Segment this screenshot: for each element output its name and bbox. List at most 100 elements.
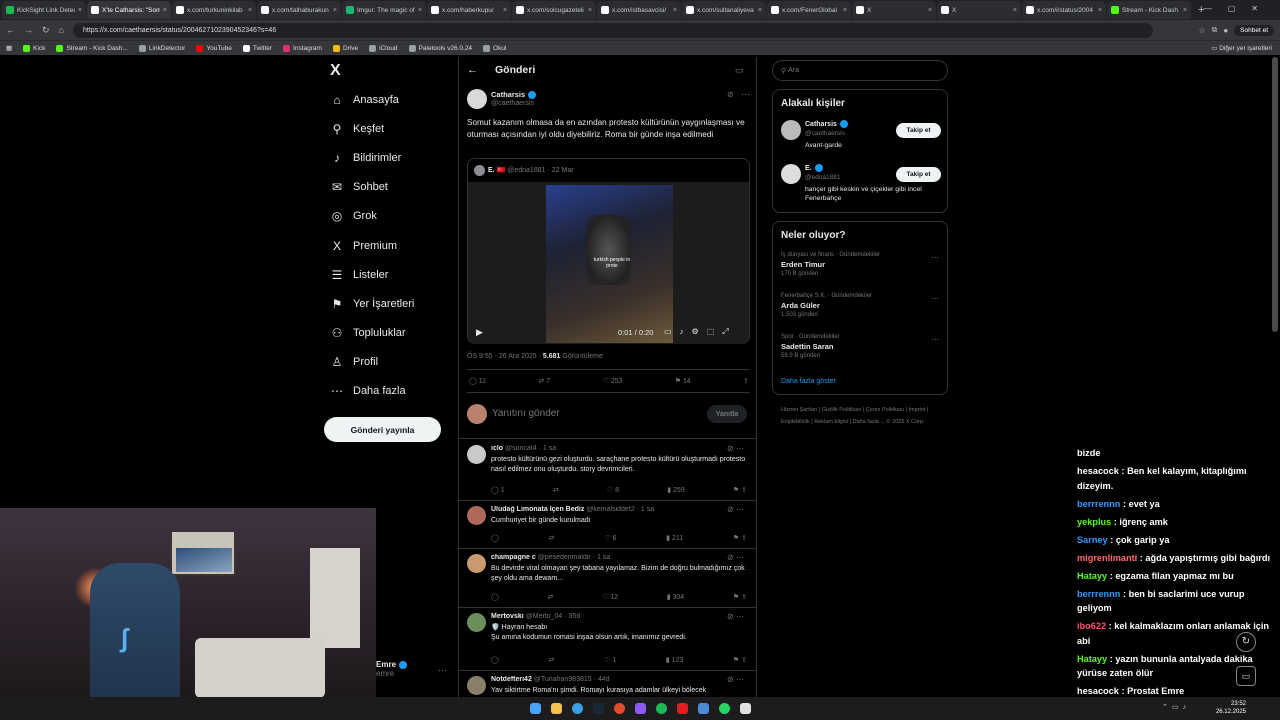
- share-icon[interactable]: ⇪: [743, 377, 749, 385]
- browser-tab[interactable]: x.com/FenerGlobal ×: [767, 1, 851, 19]
- explorer-icon[interactable]: [550, 703, 562, 714]
- close-tab-icon[interactable]: ×: [418, 7, 422, 14]
- repost-icon[interactable]: ⇄: [549, 534, 555, 542]
- trend-item[interactable]: İş dünyası ve finans · Gündemdekiler Erde…: [781, 252, 880, 277]
- nav-item[interactable]: ♪ Bildirimler: [330, 151, 401, 165]
- quote-tweet[interactable]: E. 🇹🇷 @edna1881 · 22 Mar turkish people …: [467, 158, 750, 344]
- nav-item[interactable]: ⌂ Anasayfa: [330, 93, 399, 107]
- reply-avatar[interactable]: [467, 613, 486, 632]
- nav-item[interactable]: ⋯ Daha fazla: [330, 384, 406, 398]
- close-tab-icon[interactable]: ×: [1013, 7, 1017, 14]
- heart-icon[interactable]: ♡ 6: [604, 534, 616, 542]
- chat-profile-button[interactable]: Sohbet et: [1234, 24, 1274, 36]
- close-tab-icon[interactable]: ×: [928, 7, 932, 14]
- video-controls-icons[interactable]: ▭♪⚙⬚⤢: [664, 327, 737, 337]
- close-tab-icon[interactable]: ×: [843, 7, 847, 14]
- reply-more-icon[interactable]: ⊘ ⋯: [727, 444, 744, 453]
- steam-icon[interactable]: [592, 703, 604, 714]
- close-tab-icon[interactable]: ×: [1098, 7, 1102, 14]
- close-tab-icon[interactable]: ×: [163, 7, 167, 14]
- chat-refresh-icon[interactable]: ↻: [1236, 632, 1256, 652]
- extensions-icon[interactable]: ⧉: [1212, 25, 1218, 35]
- bookmark-item[interactable]: YouTube: [196, 44, 232, 52]
- person-name[interactable]: E.: [805, 164, 823, 172]
- views-icon[interactable]: ▮ 304: [667, 593, 684, 601]
- bookmark-item[interactable]: iCloud: [369, 44, 398, 52]
- discord-icon[interactable]: [634, 703, 646, 714]
- apps-icon[interactable]: ▦: [6, 44, 12, 52]
- browser-tab[interactable]: Imgur: The magic of ×: [342, 1, 426, 19]
- nav-item[interactable]: X Premium: [330, 239, 397, 253]
- trend-more-icon[interactable]: ⋯: [931, 253, 939, 262]
- browser-tab[interactable]: x.com/turkuninkilab ×: [172, 1, 256, 19]
- follow-button[interactable]: Takip et: [896, 123, 941, 138]
- back-icon[interactable]: ←: [6, 25, 15, 35]
- like-action[interactable]: ♡ 253: [602, 377, 622, 385]
- bookmark-item[interactable]: Instagram: [283, 44, 322, 52]
- close-tab-icon[interactable]: ×: [248, 7, 252, 14]
- nav-item[interactable]: ♙ Profil: [330, 355, 378, 369]
- trend-more-icon[interactable]: ⋯: [931, 294, 939, 303]
- bookmark-icon[interactable]: ⚑ ⇪: [733, 534, 747, 542]
- author-name[interactable]: Catharsis: [491, 90, 537, 100]
- reader-icon[interactable]: ▭: [735, 65, 744, 76]
- forward-icon[interactable]: →: [24, 25, 33, 35]
- repost-icon[interactable]: ⇄: [548, 593, 554, 601]
- reply-more-icon[interactable]: ⊘ ⋯: [727, 612, 744, 621]
- home-icon[interactable]: ⌂: [59, 25, 64, 35]
- nav-item[interactable]: ⚇ Topluluklar: [330, 326, 406, 340]
- clock[interactable]: 23:52 26.12.2025: [1216, 700, 1246, 716]
- reload-icon[interactable]: ↻: [42, 25, 50, 36]
- bookmark-icon[interactable]: ⚑ ⇪: [733, 656, 747, 664]
- video-player[interactable]: turkish people in prote ▶ 0:01 / 0:20 ▭♪…: [468, 182, 749, 344]
- more-icon[interactable]: ⋯: [438, 665, 447, 676]
- person-row[interactable]: E. @edna1881 hançer gibi keskin ve çiçekl…: [773, 164, 949, 208]
- person-row[interactable]: Catharsis @caethaersis Avant-garde Takip e…: [773, 120, 949, 164]
- reply-avatar[interactable]: [467, 676, 486, 695]
- browser-tab[interactable]: x.com/talhaburakun ×: [257, 1, 341, 19]
- window-controls[interactable]: —▢✕: [1204, 4, 1274, 13]
- reply-icon[interactable]: ◯: [491, 534, 499, 542]
- reply-avatar[interactable]: [467, 445, 486, 464]
- reply-item[interactable]: Notdefteri42 @Tunahan983815 · 44d ⊘ ⋯ Yav …: [459, 671, 756, 697]
- trend-item[interactable]: Fenerbahçe S.K. · Gündemdekiler Arda Güle…: [781, 293, 872, 318]
- reply-avatar[interactable]: [467, 506, 486, 525]
- chat-username[interactable]: berrrennn: [1077, 589, 1120, 599]
- bookmark-item[interactable]: Paletools v26.0.24: [408, 44, 472, 52]
- heart-icon[interactable]: ♡ 8: [607, 486, 619, 494]
- close-tab-icon[interactable]: ×: [333, 7, 337, 14]
- nav-item[interactable]: ☰ Listeler: [330, 268, 389, 282]
- trend-item[interactable]: Spor · Gündemdekiler Sadettin Saran 58,9 B…: [781, 334, 840, 359]
- scrollbar[interactable]: [1272, 57, 1278, 332]
- person-avatar[interactable]: [781, 164, 801, 184]
- reply-icon[interactable]: ◯ 1: [491, 486, 505, 494]
- reply-item[interactable]: champagne c @pesedenmaldir · 1 sa ⊘ ⋯ Bu d…: [459, 549, 756, 608]
- heart-icon[interactable]: ♡ 12: [602, 593, 618, 601]
- post-more-icon[interactable]: ⋯: [741, 89, 750, 100]
- browser-tab[interactable]: x.com/solcugazeteli ×: [512, 1, 596, 19]
- browser-tab[interactable]: X ×: [852, 1, 936, 19]
- start-icon[interactable]: [529, 703, 541, 714]
- bookmark-item[interactable]: Twitter: [242, 44, 272, 52]
- other-bookmarks[interactable]: ▭ Diğer yer işaretleri: [1211, 44, 1272, 53]
- reply-icon[interactable]: ◯: [491, 656, 499, 664]
- reply-more-icon[interactable]: ⊘ ⋯: [727, 553, 744, 562]
- grok-icon[interactable]: ⊘: [727, 90, 734, 99]
- app-icon-2[interactable]: [697, 703, 709, 714]
- bookmark-icon[interactable]: ⚑ ⇪: [733, 486, 747, 494]
- app-icon-3[interactable]: [739, 703, 751, 714]
- browser-tab[interactable]: X ×: [937, 1, 1021, 19]
- play-icon[interactable]: ▶: [476, 327, 483, 338]
- edge-icon[interactable]: [571, 703, 583, 714]
- reply-icon[interactable]: ◯: [491, 593, 499, 601]
- back-arrow-icon[interactable]: ←: [467, 64, 478, 76]
- close-tab-icon[interactable]: ×: [503, 7, 507, 14]
- spotify-icon[interactable]: [655, 703, 667, 714]
- heart-icon[interactable]: ♡ 1: [604, 656, 616, 664]
- repost-icon[interactable]: ⇄: [548, 656, 554, 664]
- chat-username[interactable]: Hatayy: [1077, 571, 1107, 581]
- author-avatar[interactable]: [467, 89, 487, 109]
- views-icon[interactable]: ▮ 259: [667, 486, 684, 494]
- system-tray-icons[interactable]: ⌃▭♪: [1162, 703, 1190, 711]
- person-avatar[interactable]: [781, 120, 801, 140]
